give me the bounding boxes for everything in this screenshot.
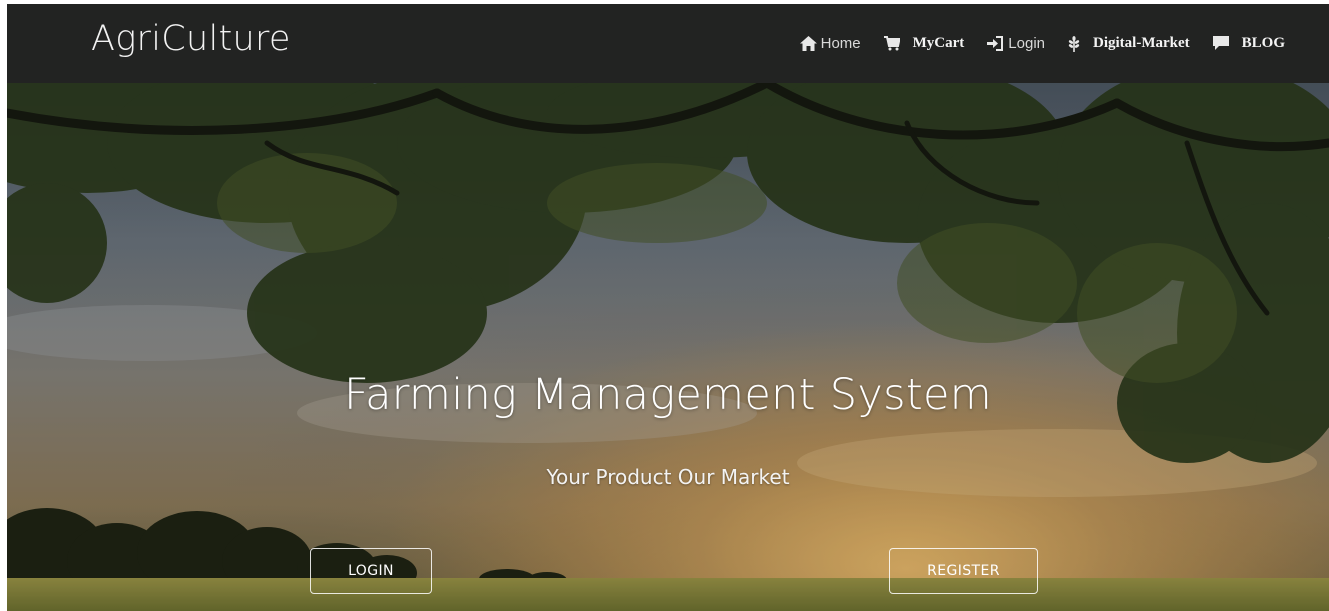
hero-login-button[interactable]: LOGIN [310,548,432,594]
hero-subtitle: Your Product Our Market [546,465,790,489]
nav-login[interactable]: Login [987,35,1045,52]
brand-logo[interactable]: AgriCulture [91,19,291,59]
cart-icon [883,36,900,51]
nav-login-label: Login [1008,35,1045,52]
home-icon [799,36,817,51]
hero-title: Farming Management System [344,370,992,420]
page-frame: AgriCulture Home MyCart Login Digital-Ma… [7,4,1329,611]
grain-icon [1068,35,1080,52]
nav-mycart[interactable]: MyCart [883,35,965,52]
login-icon [987,36,1004,51]
main-nav: Home MyCart Login Digital-Market BLOG [799,4,1285,83]
nav-home[interactable]: Home [799,35,861,52]
nav-home-label: Home [820,35,861,52]
hero-banner: Farming Management System Your Product O… [7,83,1329,611]
hero-background-image [7,83,1329,611]
nav-digital-market[interactable]: Digital-Market [1068,35,1190,52]
nav-digital-market-label: Digital-Market [1093,35,1190,51]
nav-blog-label: BLOG [1241,35,1285,51]
nav-mycart-label: MyCart [912,35,965,51]
nav-blog[interactable]: BLOG [1212,35,1285,52]
comment-icon [1212,36,1229,51]
top-navbar: AgriCulture Home MyCart Login Digital-Ma… [7,4,1329,83]
hero-register-button[interactable]: REGISTER [889,548,1038,594]
